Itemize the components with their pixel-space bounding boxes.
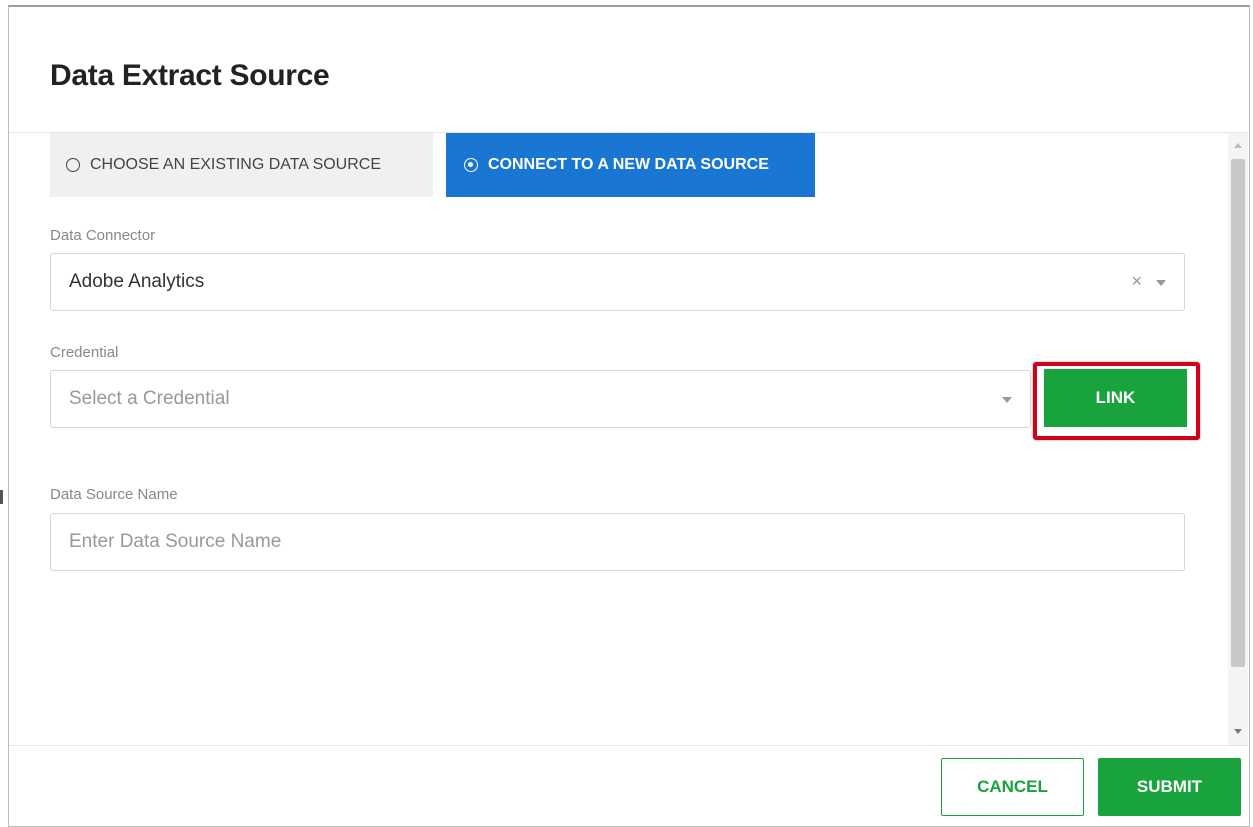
radio-checked-icon xyxy=(464,158,478,172)
tab-connect-new-data-source[interactable]: CONNECT TO A NEW DATA SOURCE xyxy=(446,133,815,197)
tab-label: CONNECT TO A NEW DATA SOURCE xyxy=(488,156,769,173)
submit-button[interactable]: SUBMIT xyxy=(1098,758,1241,816)
content-scrollbar[interactable] xyxy=(1228,133,1248,745)
scroll-thumb[interactable] xyxy=(1231,159,1245,667)
window-edge-mark xyxy=(0,490,3,504)
dialog-title: Data Extract Source xyxy=(50,59,330,92)
chevron-down-icon[interactable] xyxy=(1002,397,1012,403)
cancel-button[interactable]: CANCEL xyxy=(941,758,1084,816)
credential-label: Credential xyxy=(50,344,119,361)
dialog-footer: CANCEL SUBMIT xyxy=(9,745,1249,827)
radio-unchecked-icon xyxy=(66,158,80,172)
clear-icon[interactable]: × xyxy=(1131,271,1142,292)
scroll-up-icon[interactable] xyxy=(1234,143,1242,148)
data-connector-label: Data Connector xyxy=(50,227,156,244)
dialog-header: Data Extract Source xyxy=(9,7,1249,133)
data-extract-source-dialog: Data Extract Source CHOOSE AN EXISTING D… xyxy=(8,5,1250,827)
tab-label: CHOOSE AN EXISTING DATA SOURCE xyxy=(90,156,382,173)
credential-select[interactable]: Select a Credential xyxy=(50,370,1031,428)
scroll-down-icon[interactable] xyxy=(1234,729,1242,734)
chevron-down-icon[interactable] xyxy=(1156,280,1166,286)
data-source-name-field[interactable]: Enter Data Source Name xyxy=(50,513,1185,571)
data-connector-select[interactable]: Adobe Analytics × xyxy=(50,253,1185,311)
data-connector-value: Adobe Analytics xyxy=(69,271,205,292)
credential-placeholder: Select a Credential xyxy=(69,388,230,409)
data-source-name-placeholder: Enter Data Source Name xyxy=(69,531,282,552)
link-credential-button[interactable]: LINK xyxy=(1044,369,1187,427)
data-source-name-label: Data Source Name xyxy=(50,486,178,503)
tab-choose-existing-data-source[interactable]: CHOOSE AN EXISTING DATA SOURCE xyxy=(50,133,433,197)
